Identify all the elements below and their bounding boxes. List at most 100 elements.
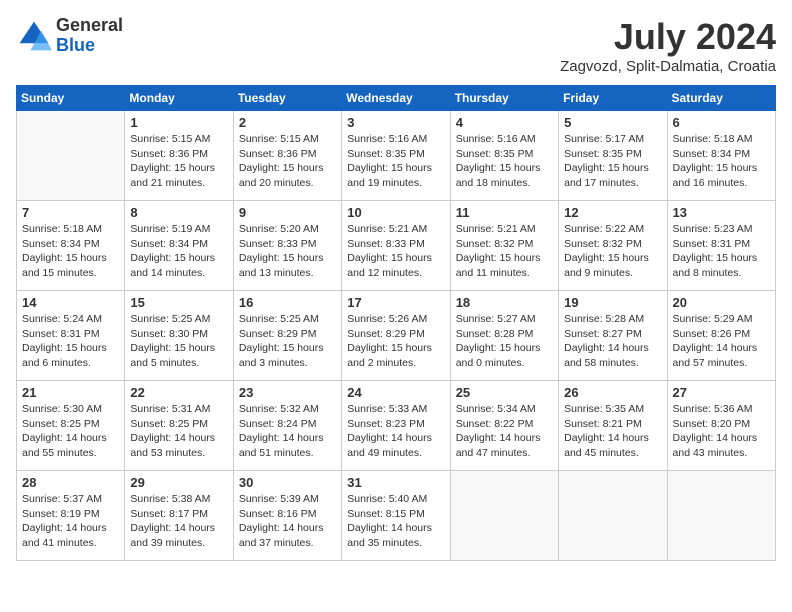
day-number: 11 — [456, 205, 553, 220]
day-number: 22 — [130, 385, 227, 400]
week-row: 28 Sunrise: 5:37 AMSunset: 8:19 PMDayligh… — [17, 471, 776, 561]
day-info: Sunrise: 5:17 AMSunset: 8:35 PMDaylight:… — [564, 132, 661, 191]
day-of-week-header: Wednesday — [342, 86, 450, 111]
calendar-cell: 8 Sunrise: 5:19 AMSunset: 8:34 PMDaylight… — [125, 201, 233, 291]
day-info: Sunrise: 5:20 AMSunset: 8:33 PMDaylight:… — [239, 222, 336, 281]
logo-icon — [16, 18, 52, 54]
calendar-cell: 28 Sunrise: 5:37 AMSunset: 8:19 PMDayligh… — [17, 471, 125, 561]
calendar-cell: 26 Sunrise: 5:35 AMSunset: 8:21 PMDayligh… — [559, 381, 667, 471]
calendar-cell: 5 Sunrise: 5:17 AMSunset: 8:35 PMDaylight… — [559, 111, 667, 201]
calendar-cell: 23 Sunrise: 5:32 AMSunset: 8:24 PMDayligh… — [233, 381, 341, 471]
day-number: 1 — [130, 115, 227, 130]
day-number: 15 — [130, 295, 227, 310]
page-header: General Blue July 2024 Zagvozd, Split-Da… — [16, 16, 776, 75]
calendar-cell — [450, 471, 558, 561]
day-of-week-header: Saturday — [667, 86, 775, 111]
day-info: Sunrise: 5:27 AMSunset: 8:28 PMDaylight:… — [456, 312, 553, 371]
day-info: Sunrise: 5:18 AMSunset: 8:34 PMDaylight:… — [673, 132, 770, 191]
title-block: July 2024 Zagvozd, Split-Dalmatia, Croat… — [560, 16, 776, 75]
day-number: 14 — [22, 295, 119, 310]
day-info: Sunrise: 5:22 AMSunset: 8:32 PMDaylight:… — [564, 222, 661, 281]
day-number: 23 — [239, 385, 336, 400]
calendar-cell: 15 Sunrise: 5:25 AMSunset: 8:30 PMDayligh… — [125, 291, 233, 381]
calendar-cell: 22Sunrise: 5:31 AMSunset: 8:25 PMDayligh… — [125, 381, 233, 471]
calendar-cell — [17, 111, 125, 201]
day-info: Sunrise: 5:36 AMSunset: 8:20 PMDaylight:… — [673, 402, 770, 461]
logo-general-text: General — [56, 16, 123, 36]
day-info: Sunrise: 5:38 AMSunset: 8:17 PMDaylight:… — [130, 492, 227, 551]
logo-text: General Blue — [56, 16, 123, 56]
day-number: 28 — [22, 475, 119, 490]
calendar-cell: 2 Sunrise: 5:15 AMSunset: 8:36 PMDaylight… — [233, 111, 341, 201]
day-of-week-header: Sunday — [17, 86, 125, 111]
day-number: 16 — [239, 295, 336, 310]
calendar-cell: 9 Sunrise: 5:20 AMSunset: 8:33 PMDaylight… — [233, 201, 341, 291]
calendar-cell: 10Sunrise: 5:21 AMSunset: 8:33 PMDayligh… — [342, 201, 450, 291]
day-info: Sunrise: 5:18 AMSunset: 8:34 PMDaylight:… — [22, 222, 119, 281]
day-info: Sunrise: 5:24 AMSunset: 8:31 PMDaylight:… — [22, 312, 119, 371]
day-number: 30 — [239, 475, 336, 490]
calendar-cell: 27 Sunrise: 5:36 AMSunset: 8:20 PMDayligh… — [667, 381, 775, 471]
day-info: Sunrise: 5:28 AMSunset: 8:27 PMDaylight:… — [564, 312, 661, 371]
calendar-table: SundayMondayTuesdayWednesdayThursdayFrid… — [16, 85, 776, 561]
day-of-week-header: Tuesday — [233, 86, 341, 111]
day-number: 29 — [130, 475, 227, 490]
day-number: 5 — [564, 115, 661, 130]
calendar-cell: 16 Sunrise: 5:25 AMSunset: 8:29 PMDayligh… — [233, 291, 341, 381]
day-number: 24 — [347, 385, 444, 400]
day-info: Sunrise: 5:37 AMSunset: 8:19 PMDaylight:… — [22, 492, 119, 551]
calendar-cell: 29 Sunrise: 5:38 AMSunset: 8:17 PMDayligh… — [125, 471, 233, 561]
day-number: 26 — [564, 385, 661, 400]
day-info: Sunrise: 5:30 AMSunset: 8:25 PMDaylight:… — [22, 402, 119, 461]
day-info: Sunrise: 5:16 AMSunset: 8:35 PMDaylight:… — [347, 132, 444, 191]
day-number: 10 — [347, 205, 444, 220]
day-number: 20 — [673, 295, 770, 310]
calendar-cell — [559, 471, 667, 561]
calendar-cell: 30 Sunrise: 5:39 AMSunset: 8:16 PMDayligh… — [233, 471, 341, 561]
calendar-cell: 6 Sunrise: 5:18 AMSunset: 8:34 PMDaylight… — [667, 111, 775, 201]
day-info: Sunrise: 5:19 AMSunset: 8:34 PMDaylight:… — [130, 222, 227, 281]
location-text: Zagvozd, Split-Dalmatia, Croatia — [560, 58, 776, 75]
week-row: 14 Sunrise: 5:24 AMSunset: 8:31 PMDayligh… — [17, 291, 776, 381]
calendar-cell: 12 Sunrise: 5:22 AMSunset: 8:32 PMDayligh… — [559, 201, 667, 291]
logo: General Blue — [16, 16, 123, 56]
day-info: Sunrise: 5:34 AMSunset: 8:22 PMDaylight:… — [456, 402, 553, 461]
calendar-cell: 7Sunrise: 5:18 AMSunset: 8:34 PMDaylight… — [17, 201, 125, 291]
day-info: Sunrise: 5:32 AMSunset: 8:24 PMDaylight:… — [239, 402, 336, 461]
week-row: 7Sunrise: 5:18 AMSunset: 8:34 PMDaylight… — [17, 201, 776, 291]
logo-blue-text: Blue — [56, 36, 123, 56]
day-number: 9 — [239, 205, 336, 220]
day-info: Sunrise: 5:25 AMSunset: 8:29 PMDaylight:… — [239, 312, 336, 371]
day-info: Sunrise: 5:33 AMSunset: 8:23 PMDaylight:… — [347, 402, 444, 461]
day-number: 6 — [673, 115, 770, 130]
day-number: 2 — [239, 115, 336, 130]
day-info: Sunrise: 5:15 AMSunset: 8:36 PMDaylight:… — [130, 132, 227, 191]
day-info: Sunrise: 5:15 AMSunset: 8:36 PMDaylight:… — [239, 132, 336, 191]
week-row: 21Sunrise: 5:30 AMSunset: 8:25 PMDayligh… — [17, 381, 776, 471]
day-info: Sunrise: 5:25 AMSunset: 8:30 PMDaylight:… — [130, 312, 227, 371]
calendar-cell: 13Sunrise: 5:23 AMSunset: 8:31 PMDayligh… — [667, 201, 775, 291]
day-info: Sunrise: 5:26 AMSunset: 8:29 PMDaylight:… — [347, 312, 444, 371]
day-number: 13 — [673, 205, 770, 220]
calendar-header: SundayMondayTuesdayWednesdayThursdayFrid… — [17, 86, 776, 111]
day-info: Sunrise: 5:35 AMSunset: 8:21 PMDaylight:… — [564, 402, 661, 461]
calendar-cell: 1 Sunrise: 5:15 AMSunset: 8:36 PMDaylight… — [125, 111, 233, 201]
calendar-cell: 4 Sunrise: 5:16 AMSunset: 8:35 PMDaylight… — [450, 111, 558, 201]
day-number: 27 — [673, 385, 770, 400]
days-of-week-row: SundayMondayTuesdayWednesdayThursdayFrid… — [17, 86, 776, 111]
day-number: 3 — [347, 115, 444, 130]
month-title: July 2024 — [560, 16, 776, 58]
calendar-cell: 21Sunrise: 5:30 AMSunset: 8:25 PMDayligh… — [17, 381, 125, 471]
day-number: 8 — [130, 205, 227, 220]
day-info: Sunrise: 5:21 AMSunset: 8:32 PMDaylight:… — [456, 222, 553, 281]
calendar-cell: 24 Sunrise: 5:33 AMSunset: 8:23 PMDayligh… — [342, 381, 450, 471]
day-number: 31 — [347, 475, 444, 490]
day-number: 18 — [456, 295, 553, 310]
day-number: 4 — [456, 115, 553, 130]
day-info: Sunrise: 5:16 AMSunset: 8:35 PMDaylight:… — [456, 132, 553, 191]
calendar-cell — [667, 471, 775, 561]
day-number: 12 — [564, 205, 661, 220]
day-of-week-header: Friday — [559, 86, 667, 111]
day-info: Sunrise: 5:39 AMSunset: 8:16 PMDaylight:… — [239, 492, 336, 551]
calendar-cell: 3 Sunrise: 5:16 AMSunset: 8:35 PMDaylight… — [342, 111, 450, 201]
